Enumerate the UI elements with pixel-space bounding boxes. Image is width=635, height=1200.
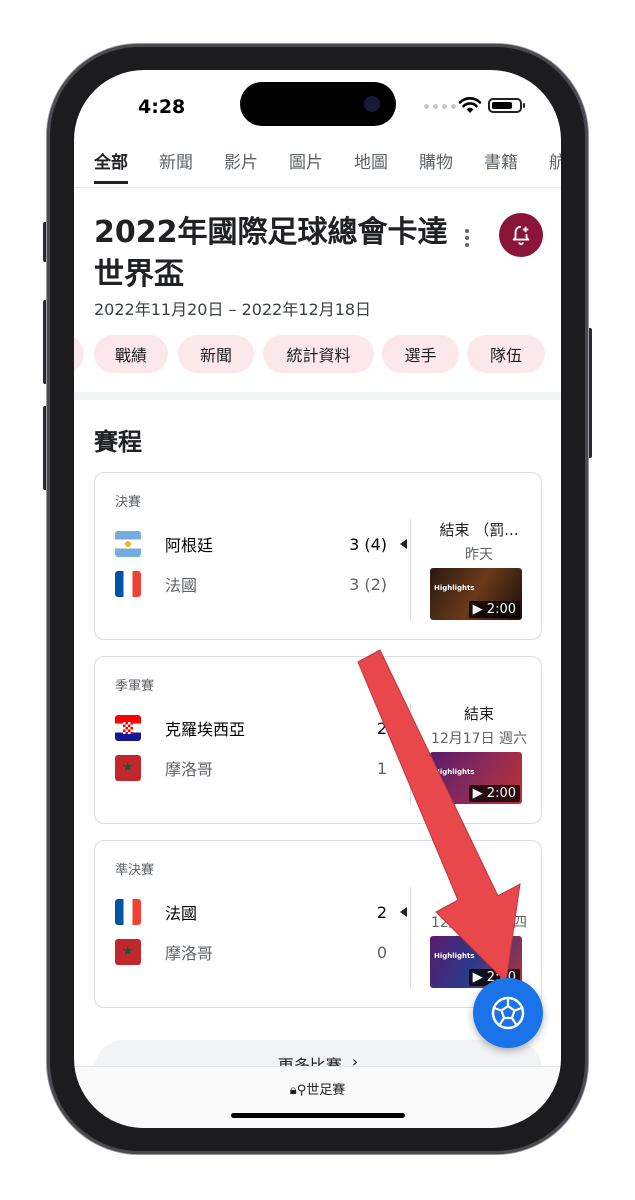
match-card-third-place[interactable]: 季軍賽 克羅埃西亞 2 ★ 摩洛哥 1 結束 12月17日 週六 Highlig…	[94, 656, 542, 824]
team-score: 1	[376, 759, 387, 778]
team-score: 2	[376, 719, 387, 738]
tab-maps[interactable]: 地圖	[354, 148, 388, 184]
dynamic-island	[240, 82, 396, 126]
card-divider	[410, 887, 411, 989]
home-indicator[interactable]	[231, 1113, 405, 1118]
highlights-logo: Highlights	[434, 768, 475, 776]
tab-books[interactable]: 書籍	[484, 148, 518, 184]
match-card-final[interactable]: 決賽 阿根廷 3 (4) 法國 3 (2) 結束 （罰... 昨天 Highli…	[94, 472, 542, 640]
schedule-title: 賽程	[94, 428, 142, 456]
team-name: 法國	[165, 576, 198, 595]
team-score: 0	[376, 943, 387, 962]
match-date: 12月17日 週六	[430, 731, 528, 747]
card-divider	[410, 519, 411, 621]
address-bar[interactable]: 🔒︎⚲世足賽	[74, 1079, 561, 1098]
video-duration: ▶ 2:00	[468, 785, 520, 802]
match-round: 決賽	[115, 495, 142, 510]
team-name: 克羅埃西亞	[165, 720, 246, 739]
highlight-video-thumbnail[interactable]: Highlights ▶ 2:00	[430, 752, 522, 804]
event-title: 2022年國際足球總會卡達世界盃	[94, 215, 448, 292]
chip-players[interactable]: 選手	[382, 335, 459, 373]
notification-bell-button[interactable]	[499, 213, 543, 257]
category-chips: 戰績 新聞 統計資料 選手 隊伍	[74, 335, 561, 377]
argentina-flag-icon	[115, 531, 141, 557]
event-dates: 2022年11月20日 – 2022年12月18日	[94, 300, 372, 319]
tab-shopping[interactable]: 購物	[419, 148, 453, 184]
more-options-icon[interactable]	[462, 226, 472, 250]
lock-icon: 🔒︎	[289, 1083, 297, 1098]
match-status: 結束 12月17日 週六	[415, 703, 543, 748]
morocco-flag-icon: ★	[115, 939, 141, 965]
tab-flights[interactable]: 航	[549, 148, 561, 184]
soccer-ball-button[interactable]	[473, 978, 543, 1048]
france-flag-icon	[115, 899, 141, 925]
match-status-text: 結束 （罰...	[439, 521, 519, 539]
team-name: 摩洛哥	[165, 760, 214, 779]
battery-icon	[488, 98, 525, 113]
browser-bottom-bar: 🔒︎⚲世足賽	[74, 1066, 561, 1128]
team-score: 2	[376, 903, 387, 922]
url-text: 世足賽	[306, 1083, 346, 1098]
video-duration: ▶ 2:00	[468, 601, 520, 618]
team-row: ★ 摩洛哥	[115, 939, 395, 965]
phone-screen: 4:28 全部 新聞 影片 圖片 地圖 購物 書籍 航 2022年國際足球總會卡…	[74, 70, 561, 1128]
team-name: 法國	[165, 904, 198, 923]
tab-videos[interactable]: 影片	[224, 148, 258, 184]
france-flag-icon	[115, 571, 141, 597]
winner-indicator-icon	[400, 907, 407, 917]
front-camera	[364, 96, 380, 112]
winner-indicator-icon	[400, 539, 407, 549]
team-score: 3 (4)	[349, 535, 387, 554]
croatia-flag-icon	[115, 715, 141, 741]
tab-news[interactable]: 新聞	[159, 148, 193, 184]
tabs-divider	[74, 187, 561, 188]
match-card-semifinal[interactable]: 準決賽 法國 2 ★ 摩洛哥 0 結束 12月14日 週四 Highlights…	[94, 840, 542, 1008]
team-name: 阿根廷	[165, 536, 214, 555]
team-row: 克羅埃西亞	[115, 715, 395, 741]
match-date: 昨天	[465, 547, 493, 563]
soccer-ball-icon	[491, 996, 525, 1030]
match-status: 結束 （罰... 昨天	[415, 519, 543, 564]
status-time: 4:28	[138, 96, 186, 118]
power-button	[588, 328, 592, 458]
match-date: 12月14日 週四	[430, 915, 528, 931]
highlights-logo: Highlights	[434, 584, 475, 592]
wifi-icon	[458, 97, 482, 113]
tab-all[interactable]: 全部	[94, 148, 128, 184]
tab-images[interactable]: 圖片	[289, 148, 323, 184]
chip-teams[interactable]: 隊伍	[467, 335, 545, 373]
section-separator	[74, 392, 561, 400]
chip-news[interactable]: 新聞	[178, 335, 254, 373]
match-status-text: 結束	[463, 889, 494, 907]
match-round: 季軍賽	[115, 679, 155, 694]
signal-dots-icon	[424, 104, 456, 109]
chip-results[interactable]: 戰績	[94, 335, 168, 373]
search-tabs: 全部 新聞 影片 圖片 地圖 購物 書籍 航	[94, 148, 561, 184]
chip-stats[interactable]: 統計資料	[263, 335, 374, 373]
highlights-logo: Highlights	[434, 952, 475, 960]
match-round: 準決賽	[115, 863, 155, 878]
team-score: 3 (2)	[349, 575, 387, 594]
card-divider	[410, 703, 411, 805]
team-row: 法國	[115, 899, 395, 925]
chip-hidden-left[interactable]	[74, 335, 84, 373]
match-status: 結束 12月14日 週四	[415, 887, 543, 932]
bell-plus-icon	[512, 225, 530, 246]
team-row: ★ 摩洛哥	[115, 755, 395, 781]
morocco-flag-icon: ★	[115, 755, 141, 781]
highlight-video-thumbnail[interactable]: Highlights ▶ 2:00	[430, 568, 522, 620]
search-icon: ⚲	[296, 1083, 307, 1098]
team-name: 摩洛哥	[165, 944, 214, 963]
match-status-text: 結束	[463, 705, 494, 723]
